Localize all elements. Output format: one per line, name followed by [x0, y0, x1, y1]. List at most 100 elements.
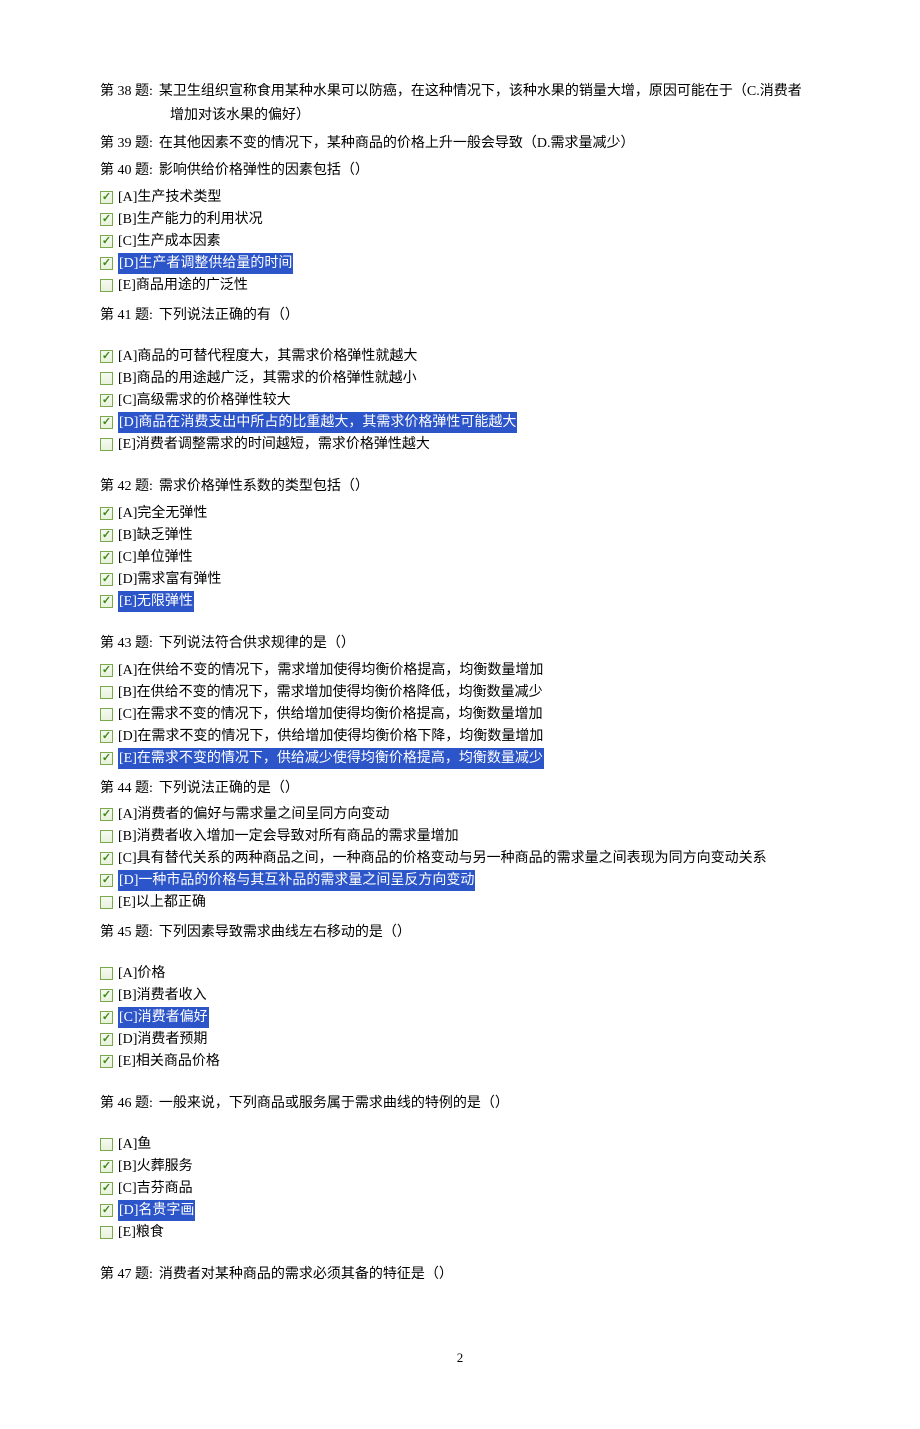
option-d[interactable]: [D]生产者调整供给量的时间 [100, 253, 820, 274]
checkbox-icon [100, 416, 113, 429]
option-label: [A]完全无弹性 [118, 503, 207, 524]
checkbox-icon [100, 1226, 113, 1239]
option-label: [A]生产技术类型 [118, 187, 221, 208]
option-label: [C]具有替代关系的两种商品之间，一种商品的价格变动与另一种商品的需求量之间表现… [118, 848, 767, 869]
option-c[interactable]: [C]吉芬商品 [100, 1178, 820, 1199]
question-text: 影响供给价格弹性的因素包括（） [159, 159, 369, 183]
option-a[interactable]: [A]完全无弹性 [100, 503, 820, 524]
option-e[interactable]: [E]以上都正确 [100, 892, 820, 913]
option-b[interactable]: [B]在供给不变的情况下，需求增加使得均衡价格降低，均衡数量减少 [100, 682, 820, 703]
option-label: [A]价格 [118, 963, 165, 984]
option-e[interactable]: [E]消费者调整需求的时间越短，需求价格弹性越大 [100, 434, 820, 455]
option-d[interactable]: [D]商品在消费支出中所占的比重越大，其需求价格弹性可能越大 [100, 412, 820, 433]
checkbox-icon [100, 830, 113, 843]
question-38: 第 38 题: 某卫生组织宣称食用某种水果可以防癌，在这种情况下，该种水果的销量… [100, 80, 820, 128]
question-41: 第 41 题: 下列说法正确的有（） [100, 304, 820, 328]
checkbox-icon [100, 1055, 113, 1068]
option-label: [C]在需求不变的情况下，供给增加使得均衡价格提高，均衡数量增加 [118, 704, 543, 725]
checkbox-icon [100, 1033, 113, 1046]
option-a[interactable]: [A]消费者的偏好与需求量之间呈同方向变动 [100, 804, 820, 825]
option-c[interactable]: [C]在需求不变的情况下，供给增加使得均衡价格提高，均衡数量增加 [100, 704, 820, 725]
option-e[interactable]: [E]无限弹性 [100, 591, 820, 612]
option-a[interactable]: [A]生产技术类型 [100, 187, 820, 208]
checkbox-icon [100, 1138, 113, 1151]
option-d[interactable]: [D]消费者预期 [100, 1029, 820, 1050]
option-c[interactable]: [C]单位弹性 [100, 547, 820, 568]
question-45: 第 45 题: 下列因素导致需求曲线左右移动的是（） [100, 921, 820, 945]
question-text: 下列说法正确的有（） [159, 304, 299, 328]
checkbox-icon [100, 1160, 113, 1173]
question-number: 第 47 题: [100, 1263, 153, 1287]
question-number: 第 43 题: [100, 632, 153, 656]
option-b[interactable]: [B]消费者收入增加一定会导致对所有商品的需求量增加 [100, 826, 820, 847]
option-label: [B]商品的用途越广泛，其需求的价格弹性就越小 [118, 368, 417, 389]
option-b[interactable]: [B]火葬服务 [100, 1156, 820, 1177]
option-label: [C]高级需求的价格弹性较大 [118, 390, 291, 411]
option-b[interactable]: [B]消费者收入 [100, 985, 820, 1006]
option-a[interactable]: [A]在供给不变的情况下，需求增加使得均衡价格提高，均衡数量增加 [100, 660, 820, 681]
options-46: [A]鱼 [B]火葬服务 [C]吉芬商品 [D]名贵字画 [E]粮食 [100, 1134, 820, 1243]
option-d[interactable]: [D]在需求不变的情况下，供给增加使得均衡价格下降，均衡数量增加 [100, 726, 820, 747]
checkbox-icon [100, 852, 113, 865]
option-label: [B]缺乏弹性 [118, 525, 193, 546]
checkbox-icon [100, 808, 113, 821]
question-43: 第 43 题: 下列说法符合供求规律的是（） [100, 632, 820, 656]
option-label: [E]以上都正确 [118, 892, 206, 913]
question-text: 在其他因素不变的情况下，某种商品的价格上升一般会导致（D.需求量减少） [159, 132, 635, 156]
option-label: [D]一种市品的价格与其互补品的需求量之间呈反方向变动 [118, 870, 475, 891]
options-40: [A]生产技术类型 [B]生产能力的利用状况 [C]生产成本因素 [D]生产者调… [100, 187, 820, 296]
option-d[interactable]: [D]一种市品的价格与其互补品的需求量之间呈反方向变动 [100, 870, 820, 891]
checkbox-icon [100, 350, 113, 363]
option-label: [E]无限弹性 [118, 591, 194, 612]
checkbox-icon [100, 213, 113, 226]
option-d[interactable]: [D]需求富有弹性 [100, 569, 820, 590]
option-c[interactable]: [C]生产成本因素 [100, 231, 820, 252]
question-number: 第 39 题: [100, 132, 153, 156]
option-label: [C]生产成本因素 [118, 231, 221, 252]
option-e[interactable]: [E]相关商品价格 [100, 1051, 820, 1072]
question-text: 需求价格弹性系数的类型包括（） [159, 475, 369, 499]
question-number: 第 45 题: [100, 921, 153, 945]
option-b[interactable]: [B]商品的用途越广泛，其需求的价格弹性就越小 [100, 368, 820, 389]
option-label: [C]吉芬商品 [118, 1178, 193, 1199]
question-text: 一般来说，下列商品或服务属于需求曲线的特例的是（） [159, 1092, 509, 1116]
options-41: [A]商品的可替代程度大，其需求价格弹性就越大 [B]商品的用途越广泛，其需求的… [100, 346, 820, 455]
checkbox-icon [100, 730, 113, 743]
option-label: [E]相关商品价格 [118, 1051, 220, 1072]
option-label: [E]商品用途的广泛性 [118, 275, 248, 296]
checkbox-icon [100, 372, 113, 385]
option-label: [D]消费者预期 [118, 1029, 207, 1050]
option-a[interactable]: [A]商品的可替代程度大，其需求价格弹性就越大 [100, 346, 820, 367]
question-39: 第 39 题: 在其他因素不变的情况下，某种商品的价格上升一般会导致（D.需求量… [100, 132, 820, 156]
checkbox-icon [100, 257, 113, 270]
option-label: [A]消费者的偏好与需求量之间呈同方向变动 [118, 804, 389, 825]
option-b[interactable]: [B]生产能力的利用状况 [100, 209, 820, 230]
option-label: [B]消费者收入 [118, 985, 207, 1006]
option-c[interactable]: [C]具有替代关系的两种商品之间，一种商品的价格变动与另一种商品的需求量之间表现… [100, 848, 820, 869]
option-c[interactable]: [C]高级需求的价格弹性较大 [100, 390, 820, 411]
checkbox-icon [100, 507, 113, 520]
question-text: 下列说法符合供求规律的是（） [159, 632, 355, 656]
option-label: [D]名贵字画 [118, 1200, 195, 1221]
question-44: 第 44 题: 下列说法正确的是（） [100, 777, 820, 801]
checkbox-icon [100, 394, 113, 407]
option-e[interactable]: [E]商品用途的广泛性 [100, 275, 820, 296]
question-42: 第 42 题: 需求价格弹性系数的类型包括（） [100, 475, 820, 499]
option-b[interactable]: [B]缺乏弹性 [100, 525, 820, 546]
question-46: 第 46 题: 一般来说，下列商品或服务属于需求曲线的特例的是（） [100, 1092, 820, 1116]
option-label: [D]商品在消费支出中所占的比重越大，其需求价格弹性可能越大 [118, 412, 517, 433]
question-text: 消费者对某种商品的需求必须其备的特征是（） [159, 1263, 453, 1287]
options-45: [A]价格 [B]消费者收入 [C]消费者偏好 [D]消费者预期 [E]相关商品… [100, 963, 820, 1072]
option-e[interactable]: [E]在需求不变的情况下，供给减少使得均衡价格提高，均衡数量减少 [100, 748, 820, 769]
option-a[interactable]: [A]价格 [100, 963, 820, 984]
option-a[interactable]: [A]鱼 [100, 1134, 820, 1155]
option-label: [E]在需求不变的情况下，供给减少使得均衡价格提高，均衡数量减少 [118, 748, 544, 769]
option-label: [E]粮食 [118, 1222, 164, 1243]
checkbox-icon [100, 438, 113, 451]
checkbox-icon [100, 1011, 113, 1024]
option-c[interactable]: [C]消费者偏好 [100, 1007, 820, 1028]
option-d[interactable]: [D]名贵字画 [100, 1200, 820, 1221]
question-text: 某卫生组织宣称食用某种水果可以防癌，在这种情况下，该种水果的销量大增，原因可能在… [159, 80, 802, 104]
option-e[interactable]: [E]粮食 [100, 1222, 820, 1243]
checkbox-icon [100, 664, 113, 677]
